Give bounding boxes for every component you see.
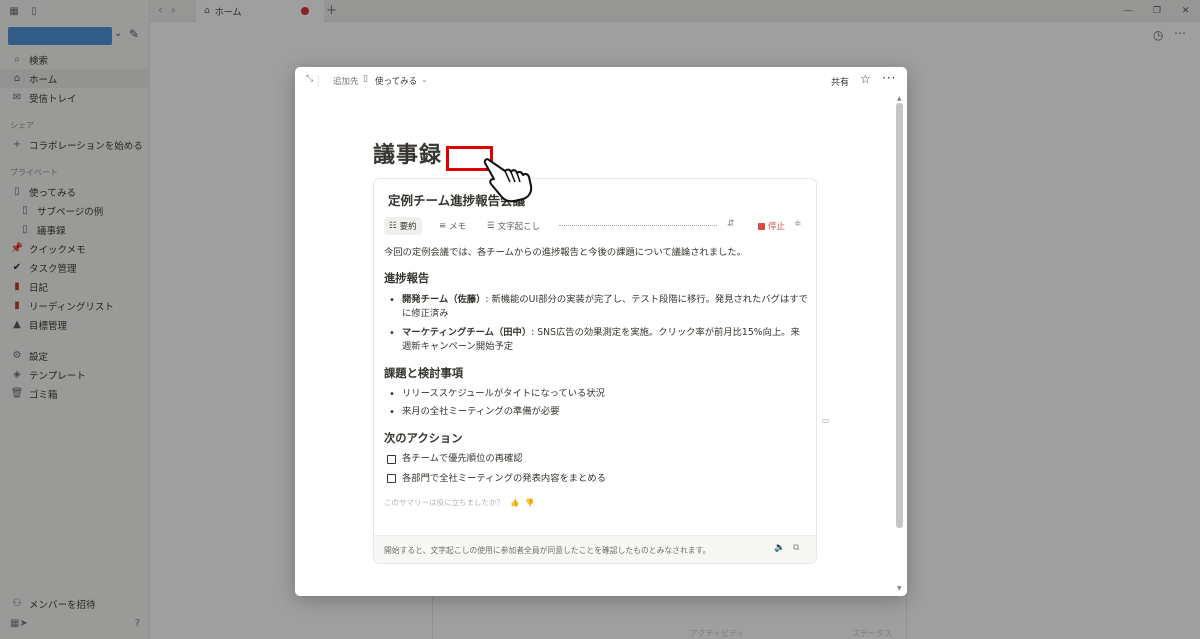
- share-button[interactable]: 共有: [831, 75, 849, 88]
- consent-footer: 開始すると、文字起こしの使用に参加者全員が同意したことを確認したものとみなされま…: [374, 535, 816, 563]
- team-name: マーケティングチーム（田中）: [402, 326, 532, 338]
- memo-tab[interactable]: ≡ メモ: [434, 217, 471, 235]
- scroll-down-icon[interactable]: ▼: [897, 585, 902, 592]
- transcript-icon: ☰: [487, 221, 495, 231]
- list-item: 開発チーム（佐藤）: 新機能のUI部分の実装が完了し、テスト段階に移行。発見され…: [384, 293, 809, 322]
- stop-button[interactable]: 停止: [752, 217, 791, 235]
- summary-intro: 今回の定例会議では、各チームからの進捗報告と今後の課題について議論されました。: [384, 247, 747, 258]
- thumbs-up-icon[interactable]: 👍: [510, 497, 519, 509]
- notes-toolbar: ☷ 要約 ≡ メモ ☰ 文字起こし ⇵ 停止 ≑: [384, 217, 809, 235]
- transcript-tab[interactable]: ☰ 文字起こし: [482, 217, 545, 235]
- star-icon[interactable]: ☆: [860, 72, 871, 86]
- feedback-question: このサマリーは役に立ちましたか？: [384, 498, 504, 508]
- list-item: 来月の全社ミーティングの準備が必要: [384, 405, 809, 421]
- scrollbar[interactable]: [896, 103, 903, 528]
- copy-icon[interactable]: ⧉: [793, 543, 799, 553]
- scroll-up-icon[interactable]: ▲: [897, 95, 902, 102]
- checkbox[interactable]: [387, 474, 396, 484]
- thumbs-down-icon[interactable]: 👎: [525, 497, 534, 509]
- target-page-select[interactable]: 使ってみる: [375, 75, 417, 87]
- more-icon[interactable]: ···: [882, 71, 896, 85]
- page-modal: ⤡ 追加先 ▯ 使ってみる ⌄ 共有 ☆ ··· ▲ ▼ 議事録 定例チーム進捗…: [295, 67, 907, 596]
- todo-item[interactable]: 各チームで優先順位の再確認: [384, 452, 809, 466]
- list-item: リリーススケジュールがタイトになっている状況: [384, 387, 809, 403]
- section-heading: 進捗報告: [384, 272, 430, 286]
- summary-icon: ☷: [389, 221, 397, 231]
- ai-meeting-notes-block: 定例チーム進捗報告会議 ☷ 要約 ≡ メモ ☰ 文字起こし ⇵ 停止 ≑ 今回の定例会…: [373, 178, 817, 564]
- memo-icon: ≡: [439, 221, 447, 231]
- section-heading: 課題と検討事項: [384, 366, 464, 380]
- pointing-hand-icon: [483, 158, 533, 203]
- checkbox[interactable]: [387, 455, 396, 465]
- page-icon: ▯: [363, 74, 368, 84]
- chevron-down-icon[interactable]: ⌄: [421, 75, 428, 84]
- stop-icon: [758, 222, 765, 230]
- summary-tab[interactable]: ☷ 要約: [384, 217, 422, 235]
- section-heading: 次のアクション: [384, 431, 463, 445]
- team-name: 開発チーム（佐藤）: [402, 293, 486, 305]
- comment-icon[interactable]: ▭: [822, 416, 830, 425]
- page-title[interactable]: 議事録: [373, 137, 442, 169]
- modal-header: ⤡ 追加先 ▯ 使ってみる ⌄ 共有 ☆ ···: [295, 67, 907, 95]
- summary-content: 今回の定例会議では、各チームからの進捗報告と今後の課題について議論されました。 …: [384, 246, 809, 509]
- language-icon[interactable]: ⇵: [727, 219, 735, 229]
- divider: [318, 75, 319, 87]
- list-item: マーケティングチーム（田中）: SNS広告の効果測定を実施。クリック率が前月比1…: [384, 326, 809, 355]
- todo-item[interactable]: 各部門で全社ミーティングの発表内容をまとめる: [384, 472, 809, 486]
- consent-text: 開始すると、文字起こしの使用に参加者全員が同意したことを確認したものとみなされま…: [384, 546, 711, 555]
- audio-waveform: [559, 225, 717, 226]
- feedback-row: このサマリーは役に立ちましたか？ 👍 👎: [384, 497, 809, 509]
- settings-icon[interactable]: ≑: [794, 219, 802, 229]
- speaker-icon[interactable]: 🔈: [774, 543, 785, 553]
- add-to-label: 追加先: [333, 77, 359, 87]
- expand-icon[interactable]: ⤡: [306, 74, 313, 84]
